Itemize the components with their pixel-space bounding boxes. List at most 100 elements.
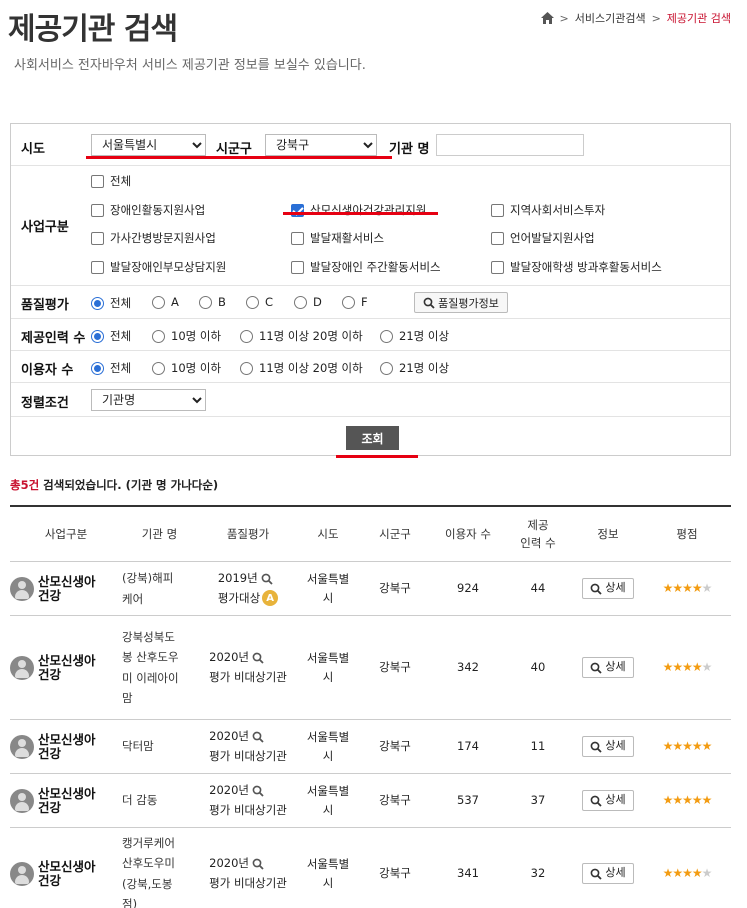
cell-business: 산모신생아 건강 [10,616,122,719]
business-checkbox[interactable]: 지역사회서비스투자 [491,202,605,218]
detail-button-label: 상세 [605,660,626,674]
users-radio[interactable]: 21명 이상 [380,360,449,376]
quality-eval: 2019년평가대상 A [218,569,279,609]
star-icon: ★ [672,792,683,807]
table-row: 산모신생아 건강 캥거루케어 산후도우미 (강북,도봉 점) 2020년 평가 비대상기관 서울… [10,828,731,908]
agency-name[interactable]: (강북)해피 케어 [122,568,173,608]
quality-radio[interactable]: C [246,295,273,309]
quality-status: 평가 비대상기관 [209,874,287,894]
cell-sigungu: 강북구 [379,660,411,675]
header-quality: 품질평가 [226,526,270,541]
quality-year: 2019년 [218,569,278,589]
star-icon: ★ [701,865,713,880]
quality-radio[interactable]: 전체 [91,295,131,311]
star-icon: ★ [662,659,674,674]
breadcrumb-current: 제공기관 검색 [666,12,731,25]
cell-agency: 강북성북도 봉 산후도우 미 이레아이 맘 [122,616,197,719]
table-row: 산모신생아 건강 강북성북도 봉 산후도우 미 이레아이 맘 2020년 평가 비대상기관 서울… [10,616,731,720]
star-icon: ★ [672,580,683,595]
grade-badge: A [262,590,279,606]
sort-select[interactable]: 기관명 [91,389,206,411]
search-icon [590,741,603,753]
cell-staff: 32 [530,866,546,881]
agency-name[interactable]: 닥터맘 [122,736,154,756]
detail-button[interactable]: 상세 [582,790,634,811]
agency-name[interactable]: 강북성북도 봉 산후도우 미 이레아이 맘 [122,627,179,708]
cell-sido: 서울특별 시 [306,856,350,890]
business-checkbox[interactable]: 발달장애인 주간활동서비스 [291,259,441,275]
chevron-right-icon: > [651,11,661,25]
business-checkbox[interactable]: 발달장애학생 방과후활동서비스 [491,259,662,275]
quality-radio[interactable]: F [342,295,368,309]
search-icon[interactable] [252,731,264,743]
cell-agency: (강북)해피 케어 [122,562,197,615]
staff-radio[interactable]: 21명 이상 [380,328,449,344]
quality-year-text: 2020년 [209,649,249,664]
detail-button[interactable]: 상세 [582,736,634,757]
business-checkbox[interactable]: 언어발달지원사업 [491,230,595,246]
search-icon[interactable] [252,785,264,797]
sido-select[interactable]: 서울특별시 [91,134,206,156]
quality-year-text: 2019년 [217,570,258,585]
sigungu-select[interactable]: 강북구 [265,134,377,156]
users-radio[interactable]: 11명 이상 20명 이하 [240,360,363,376]
cell-users: 341 [457,866,479,881]
search-icon [590,868,603,880]
star-icon: ★ [662,580,674,595]
quality-status-text: 평가 비대상기관 [209,875,287,890]
cell-info: 상세 [573,828,643,908]
search-icon[interactable] [252,652,264,664]
breadcrumb-item[interactable]: 서비스기관검색 [575,10,646,26]
agency-name[interactable]: 캥거루케어 산후도우미 (강북,도봉 점) [122,833,175,908]
detail-button[interactable]: 상세 [582,863,634,884]
star-icon: ★ [691,792,703,807]
quality-radio[interactable]: D [294,295,322,309]
filter-row-staff: 제공인력 수 전체 10명 이하 11명 이상 20명 이하 21명 이상 [11,319,730,351]
quality-info-button[interactable]: 품질평가정보 [414,292,508,313]
header-sigungu: 시군구 [379,526,411,541]
search-filter-panel: 시도 서울특별시 시군구 강북구 기관 명 사업구분 전체 장애인활동지원사업 … [10,123,731,456]
business-checkbox-selected[interactable]: 산모신생아건강관리지원 [291,202,426,218]
star-icon: ★ [662,792,674,807]
staff-radio[interactable]: 11명 이상 20명 이하 [240,328,363,344]
users-radio[interactable]: 10명 이하 [152,360,221,376]
quality-status: 평가대상 A [218,589,279,609]
business-checkbox[interactable]: 가사간병방문지원사업 [91,230,216,246]
agency-name-input[interactable] [436,134,584,156]
quality-radio[interactable]: B [199,295,226,309]
business-checkbox[interactable]: 발달장애인부모상담지원 [91,259,226,275]
users-radio[interactable]: 전체 [91,360,131,376]
cell-sigungu: 강북구 [379,581,411,596]
highlight-underline [283,212,438,215]
cell-quality: 2020년 평가 비대상기관 [197,720,299,773]
business-checkbox[interactable]: 발달재활서비스 [291,230,384,246]
cell-users: 342 [457,660,479,675]
business-type-label: 산모신생아 건강 [38,573,96,603]
detail-button[interactable]: 상세 [582,578,634,599]
agency-name[interactable]: 더 감동 [122,790,157,810]
star-icon: ★ [682,659,693,674]
cell-agency: 닥터맘 [122,720,197,773]
staff-radio[interactable]: 10명 이하 [152,328,221,344]
star-icon: ★ [662,738,674,753]
search-button[interactable]: 조회 [346,426,399,450]
detail-button[interactable]: 상세 [582,657,634,678]
search-icon[interactable] [261,573,273,585]
header-staff: 제공 인력 수 [520,517,556,550]
cell-rating: ★ ★ ★ ★ ★ [643,562,731,615]
cell-quality: 2020년 평가 비대상기관 [197,828,299,908]
search-icon[interactable] [252,858,264,870]
page-title: 제공기관 검색 [8,12,178,47]
cell-users: 537 [457,793,479,808]
staff-radio[interactable]: 전체 [91,328,131,344]
home-icon[interactable] [540,12,554,24]
person-icon [10,734,34,759]
star-icon: ★ [682,738,693,753]
quality-year-text: 2020년 [209,782,249,797]
person-icon [10,655,34,680]
business-type-label: 산모신생아 건강 [38,785,96,815]
business-all-checkbox[interactable]: 전체 [91,173,131,189]
quality-radio[interactable]: A [152,295,179,309]
business-checkbox[interactable]: 장애인활동지원사업 [91,202,205,218]
business-type: 산모신생아 건강 [10,653,122,682]
